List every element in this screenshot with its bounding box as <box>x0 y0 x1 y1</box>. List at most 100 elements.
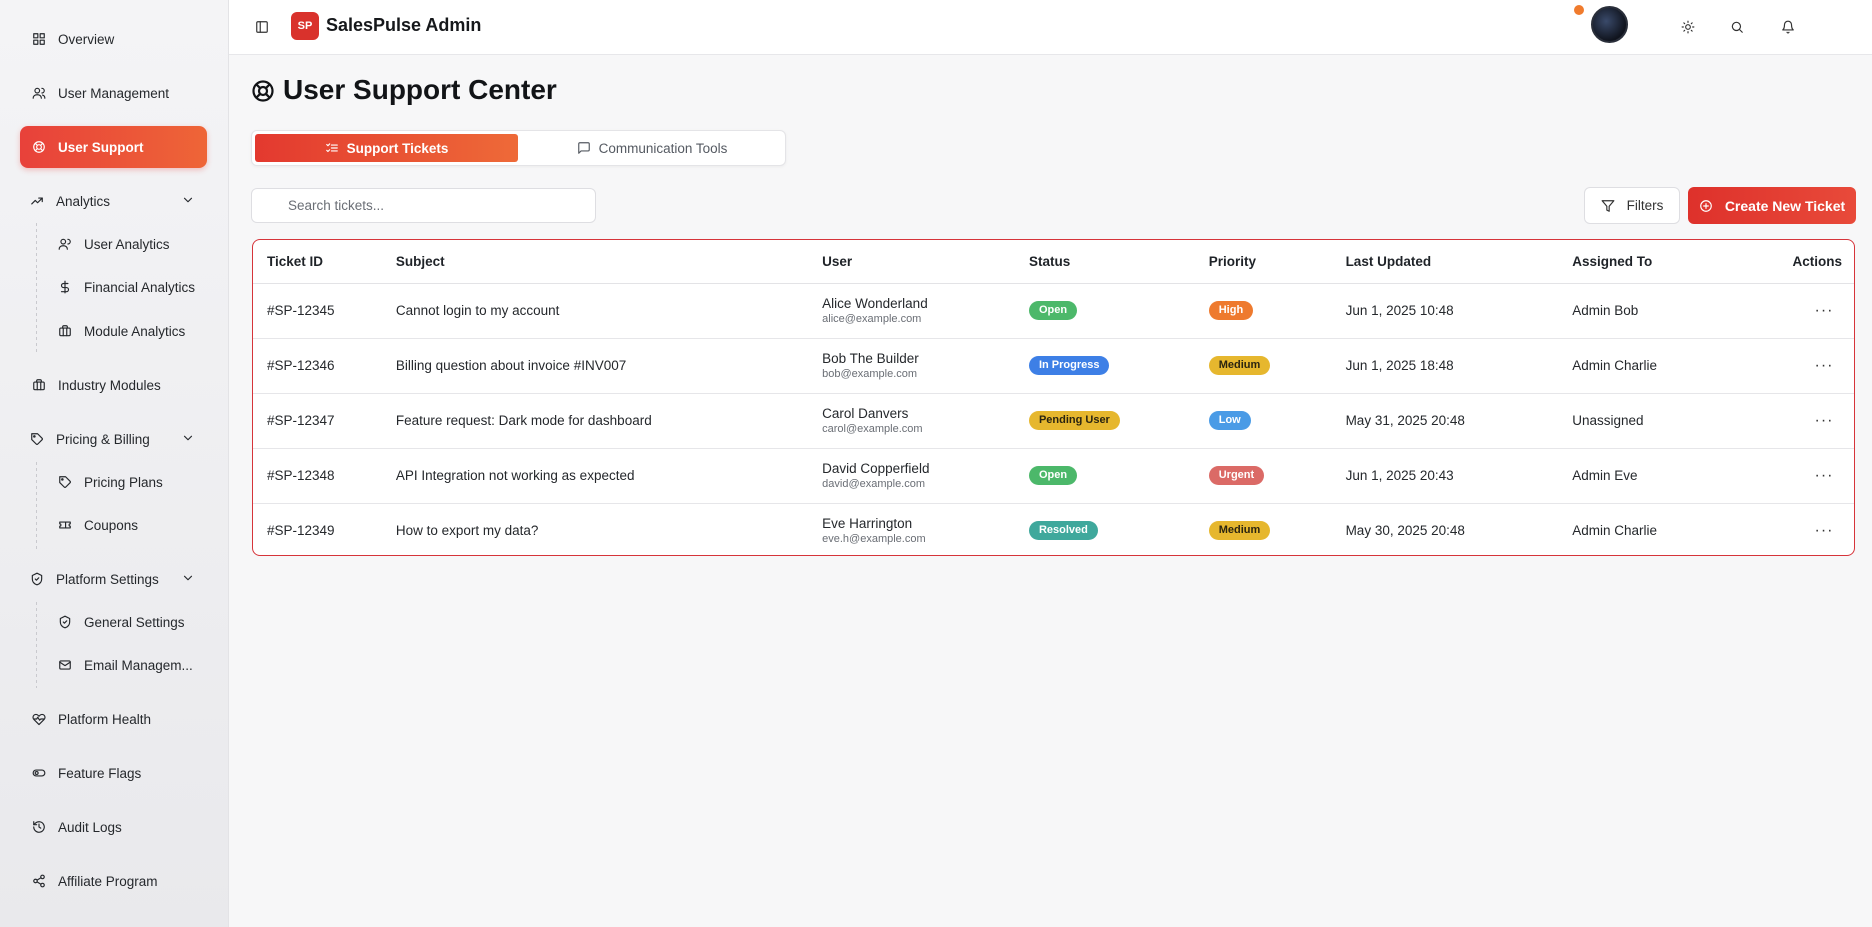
table-row[interactable]: #SP-12347 Feature request: Dark mode for… <box>253 393 1854 449</box>
more-actions-icon[interactable]: ··· <box>1812 409 1836 433</box>
user-email: bob@example.com <box>822 367 918 380</box>
ticket-assigned-to: Unassigned <box>1572 393 1764 449</box>
avatar[interactable] <box>1591 6 1628 43</box>
status-badge: Open <box>1028 466 1078 485</box>
tab-label: Communication Tools <box>598 140 728 156</box>
sidebar-item-user-management[interactable]: User Management <box>20 72 207 114</box>
column-header-assigned-to[interactable]: Assigned To <box>1572 240 1764 284</box>
sidebar-item-user-analytics[interactable]: User Analytics <box>48 226 208 262</box>
sidebar-item-pricing-plans[interactable]: Pricing Plans <box>48 464 208 500</box>
priority-cell: Medium <box>1208 503 1346 555</box>
tickets-table: Ticket ID Subject User Status Priority L… <box>252 239 1855 556</box>
ticket-assigned-to: Admin Charlie <box>1572 338 1764 394</box>
sidebar-item-affiliate-program[interactable]: Affiliate Program <box>20 860 207 902</box>
priority-badge: Low <box>1208 411 1251 430</box>
chevron-down-icon <box>181 193 195 210</box>
more-actions-icon[interactable]: ··· <box>1812 299 1836 323</box>
ticket-subject: Cannot login to my account <box>395 283 823 339</box>
search-input[interactable] <box>251 188 596 223</box>
ticket-id: #SP-12349 <box>267 523 335 539</box>
sidebar-item-label: Overview <box>58 31 115 47</box>
sidebar-item-label: Analytics <box>56 193 111 209</box>
ticket-assigned-to: Admin Bob <box>1572 283 1764 339</box>
column-header-subject[interactable]: Subject <box>395 240 823 284</box>
sidebar-item-label: Email Managem... <box>84 657 193 673</box>
status-cell: Open <box>1028 283 1209 339</box>
user-email: eve.h@example.com <box>822 532 926 545</box>
dollar-icon <box>58 280 72 294</box>
ticket-id: #SP-12345 <box>253 283 396 339</box>
priority-cell: Low <box>1208 393 1346 449</box>
ticket-id: #SP-12346 <box>253 338 396 394</box>
tab-support-tickets[interactable]: Support Tickets <box>255 134 518 162</box>
priority-badge: Urgent <box>1208 466 1265 485</box>
table-row[interactable]: #SP-12345 Cannot login to my account Ali… <box>253 283 1854 339</box>
message-square-icon <box>577 141 591 155</box>
page-title-text: User Support Center <box>283 74 557 105</box>
more-actions-icon[interactable]: ··· <box>1812 354 1836 378</box>
sidebar-item-platform-settings[interactable]: Platform Settings <box>20 558 207 600</box>
page-title: User Support Center <box>251 74 557 106</box>
priority-badge: Medium <box>1208 521 1271 541</box>
column-header-priority[interactable]: Priority <box>1208 240 1346 284</box>
sidebar-item-label: User Management <box>58 85 170 101</box>
grid-icon <box>32 32 46 46</box>
tab-communication-tools[interactable]: Communication Tools <box>521 134 783 162</box>
ticket-last-updated: Jun 1, 2025 10:48 <box>1345 283 1573 339</box>
user-email: david@example.com <box>822 477 926 490</box>
column-header-user[interactable]: User <box>822 240 1029 284</box>
priority-badge: High <box>1208 301 1254 320</box>
table-row[interactable]: #SP-12349 How to export my data? Eve Har… <box>253 503 1854 555</box>
sidebar-toggle-icon[interactable] <box>253 18 271 36</box>
sidebar-item-user-support[interactable]: User Support <box>20 126 207 168</box>
lifebuoy-icon <box>251 78 275 102</box>
sidebar-item-email-management[interactable]: Email Managem... <box>48 647 208 683</box>
ticket-id: #SP-12347 <box>253 393 396 449</box>
filters-label: Filters <box>1626 198 1664 213</box>
create-ticket-label: Create New Ticket <box>1724 197 1846 214</box>
sidebar-item-label: Financial Analytics <box>84 279 196 295</box>
toggle-icon <box>32 766 46 780</box>
ticket-last-updated: May 31, 2025 20:48 <box>1345 393 1573 449</box>
ticket-user: David Copperfield david@example.com <box>822 448 1029 504</box>
column-header-last-updated[interactable]: Last Updated <box>1345 240 1573 284</box>
sidebar-item-label: Platform Settings <box>56 571 159 587</box>
sidebar-item-general-settings[interactable]: General Settings <box>48 604 208 640</box>
bell-icon[interactable] <box>1777 16 1799 38</box>
filters-button[interactable]: Filters <box>1584 187 1680 224</box>
theme-toggle-sun-icon[interactable] <box>1677 16 1699 38</box>
sidebar-item-audit-logs[interactable]: Audit Logs <box>20 806 207 848</box>
create-ticket-button[interactable]: Create New Ticket <box>1688 187 1856 224</box>
user-name: Eve Harrington <box>822 515 913 531</box>
column-header-ticket-id[interactable]: Ticket ID <box>253 240 396 284</box>
ticket-subject: Feature request: Dark mode for dashboard <box>395 393 823 449</box>
status-cell: Open <box>1028 448 1209 504</box>
sidebar-item-module-analytics[interactable]: Module Analytics <box>48 313 208 349</box>
sidebar-item-coupons[interactable]: Coupons <box>48 507 208 543</box>
sidebar-item-label: User Analytics <box>84 236 170 252</box>
sidebar-item-overview[interactable]: Overview <box>20 18 207 60</box>
search-icon[interactable] <box>1726 16 1748 38</box>
sidebar-item-label: Pricing Plans <box>84 474 163 490</box>
user-name: Carol Danvers <box>822 405 909 421</box>
sidebar-item-financial-analytics[interactable]: Financial Analytics <box>48 269 208 305</box>
ticket-user: Bob The Builder bob@example.com <box>822 338 1029 394</box>
sidebar-item-feature-flags[interactable]: Feature Flags <box>20 752 207 794</box>
sidebar-item-industry-modules[interactable]: Industry Modules <box>20 364 207 406</box>
table-row[interactable]: #SP-12348 API Integration not working as… <box>253 448 1854 504</box>
table-header-row: Ticket ID Subject User Status Priority L… <box>253 240 1854 284</box>
ticket-assigned-to: Admin Eve <box>1572 448 1764 504</box>
table-row[interactable]: #SP-12346 Billing question about invoice… <box>253 338 1854 394</box>
more-actions-icon[interactable]: ··· <box>1812 464 1836 488</box>
more-actions-icon[interactable]: ··· <box>1812 519 1836 543</box>
tag-icon <box>30 432 44 446</box>
sidebar-item-analytics[interactable]: Analytics <box>20 180 207 222</box>
sidebar-item-label: Platform Health <box>58 711 152 727</box>
sidebar-item-label: Module Analytics <box>84 323 186 339</box>
column-header-status[interactable]: Status <box>1028 240 1209 284</box>
submenu-guide-line <box>36 223 37 353</box>
sidebar-item-pricing-billing[interactable]: Pricing & Billing <box>20 418 207 460</box>
sidebar-item-platform-health[interactable]: Platform Health <box>20 698 207 740</box>
ticket-user: Carol Danvers carol@example.com <box>822 393 1029 449</box>
submenu-guide-line <box>36 602 37 688</box>
